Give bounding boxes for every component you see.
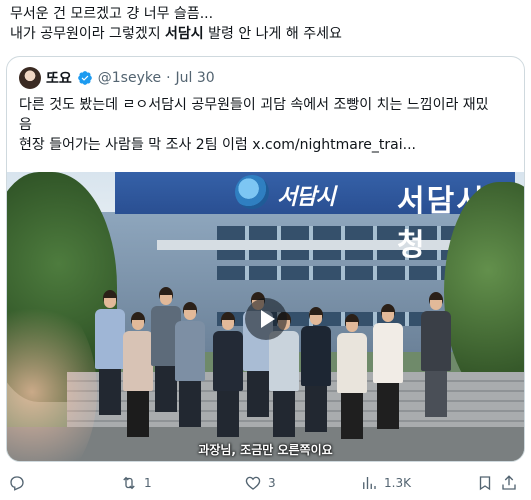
- quoted-tweet-date[interactable]: Jul 30: [176, 70, 215, 86]
- tweet-text-suffix: 발령 안 나게 해 주세요: [203, 26, 342, 42]
- quoted-author-handle[interactable]: @1seyke: [98, 70, 161, 86]
- person: [337, 314, 367, 439]
- share-icon: [502, 475, 516, 490]
- quoted-text-line-2: 음: [19, 117, 32, 133]
- views-chart-icon: [363, 477, 376, 489]
- views-button[interactable]: 1.3K: [360, 470, 411, 496]
- person: [95, 290, 125, 415]
- person: [301, 307, 331, 432]
- city-logo-icon: [235, 175, 269, 209]
- bookmark-icon: [479, 476, 491, 491]
- person: [175, 302, 205, 427]
- quoted-text-line-3: 현장 들어가는 사람들 막 조사 2팀 이럼 x.com/nightmare_t…: [19, 137, 416, 153]
- separator-dot: ·: [166, 70, 171, 86]
- person: [213, 312, 243, 437]
- quoted-tweet-header: 또요 @1seyke · Jul 30: [19, 67, 215, 89]
- like-count: 3: [268, 476, 276, 490]
- retweet-icon: [123, 476, 135, 490]
- quoted-text-line-1: 다른 것도 봤는데 ㄹㅇ서담시 공무원들이 괴담 속에서 조빵이 치는 느낌이라…: [19, 97, 489, 113]
- person: [421, 292, 451, 417]
- retweet-button[interactable]: 1: [120, 470, 152, 496]
- tweet-text-line-2: 내가 공무원이라 그렇겠지 서담시 발령 안 나게 해 주세요: [10, 24, 522, 44]
- building-sign: 서담시 서담시청: [115, 172, 515, 263]
- bookmark-button[interactable]: [476, 470, 494, 496]
- reply-button[interactable]: [8, 470, 32, 496]
- person: [373, 304, 403, 429]
- retweet-count: 1: [144, 476, 152, 490]
- play-button[interactable]: [245, 298, 287, 340]
- reply-icon: [10, 476, 24, 491]
- views-count: 1.3K: [384, 476, 411, 490]
- tweet-text-prefix: 내가 공무원이라 그렇겠지: [10, 26, 166, 42]
- heart-icon: [245, 476, 261, 490]
- tweet-text: 무서운 건 모르겠고 걍 너무 슬픔... 내가 공무원이라 그렇겠지 서담시 …: [10, 4, 522, 44]
- tweet-text-line-1: 무서운 건 모르겠고 걍 너무 슬픔...: [10, 6, 214, 22]
- tweet-action-bar: 1 3 1.3K: [8, 470, 523, 496]
- share-button[interactable]: [500, 470, 518, 496]
- video-subtitle: 과장님, 조금만 오른쪽이요: [198, 443, 333, 457]
- sign-city-name: 서담시: [277, 185, 336, 210]
- avatar[interactable]: [19, 67, 41, 89]
- tweet-text-bold: 서담시: [165, 26, 204, 42]
- quoted-tweet-card[interactable]: 또요 @1seyke · Jul 30 다른 것도 봤는데 ㄹㅇ서담시 공무원들…: [6, 56, 525, 462]
- person: [123, 312, 153, 437]
- quoted-tweet-text: 다른 것도 봤는데 ㄹㅇ서담시 공무원들이 괴담 속에서 조빵이 치는 느낌이라…: [19, 95, 515, 155]
- video-thumbnail[interactable]: 서담시 서담시청 과장님, 조금만 오른쪽이요: [7, 172, 524, 461]
- like-button[interactable]: 3: [244, 470, 276, 496]
- verified-badge-icon: [77, 71, 92, 85]
- quoted-author-name[interactable]: 또요: [46, 68, 72, 88]
